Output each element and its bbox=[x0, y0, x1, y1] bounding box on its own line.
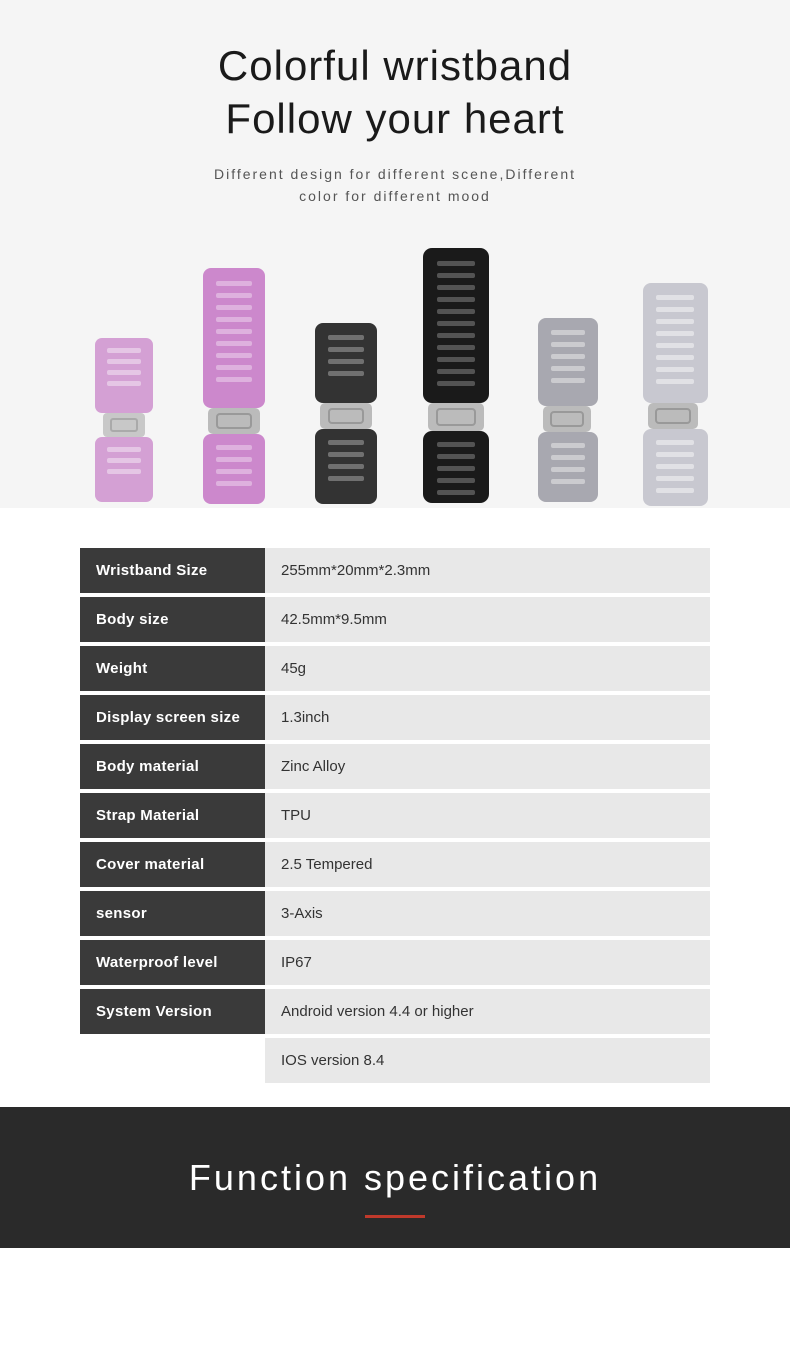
spec-value: 45g bbox=[265, 646, 710, 691]
hero-section: Colorful wristband Follow your heart Dif… bbox=[0, 0, 790, 508]
specs-table: Wristband Size 255mm*20mm*2.3mm Body siz… bbox=[80, 548, 710, 1083]
spec-value: TPU bbox=[265, 793, 710, 838]
spec-label: Cover material bbox=[80, 842, 265, 887]
spec-row: Display screen size 1.3inch bbox=[80, 695, 710, 740]
spec-row: Body material Zinc Alloy bbox=[80, 744, 710, 789]
spec-label: Strap Material bbox=[80, 793, 265, 838]
spec-row: Body size 42.5mm*9.5mm bbox=[80, 597, 710, 642]
spec-value-continuation: IOS version 8.4 bbox=[265, 1038, 710, 1083]
spec-label: Body material bbox=[80, 744, 265, 789]
spec-row-continuation: IOS version 8.4 bbox=[80, 1038, 710, 1083]
spec-row: System Version Android version 4.4 or hi… bbox=[80, 989, 710, 1034]
spec-row: Wristband Size 255mm*20mm*2.3mm bbox=[80, 548, 710, 593]
spec-value: Android version 4.4 or higher bbox=[265, 989, 710, 1034]
spec-value: 2.5 Tempered bbox=[265, 842, 710, 887]
spec-label: Wristband Size bbox=[80, 548, 265, 593]
spec-value: 255mm*20mm*2.3mm bbox=[265, 548, 710, 593]
function-spec-title: Function specification bbox=[20, 1157, 770, 1199]
spec-row: Strap Material TPU bbox=[80, 793, 710, 838]
spec-label: Display screen size bbox=[80, 695, 265, 740]
spec-value: 3-Axis bbox=[265, 891, 710, 936]
spec-row: Cover material 2.5 Tempered bbox=[80, 842, 710, 887]
bands-svg bbox=[35, 243, 755, 508]
hero-title: Colorful wristband Follow your heart bbox=[20, 40, 770, 145]
spec-label: System Version bbox=[80, 989, 265, 1034]
specs-section: Wristband Size 255mm*20mm*2.3mm Body siz… bbox=[0, 508, 790, 1107]
func-title-underline bbox=[365, 1215, 425, 1218]
spec-value: 42.5mm*9.5mm bbox=[265, 597, 710, 642]
spec-value: Zinc Alloy bbox=[265, 744, 710, 789]
spec-row: Waterproof level IP67 bbox=[80, 940, 710, 985]
spec-label: Body size bbox=[80, 597, 265, 642]
spec-row: sensor 3-Axis bbox=[80, 891, 710, 936]
spec-label: sensor bbox=[80, 891, 265, 936]
spec-row: Weight 45g bbox=[80, 646, 710, 691]
spec-value: 1.3inch bbox=[265, 695, 710, 740]
spec-value: IP67 bbox=[265, 940, 710, 985]
hero-subtitle: Different design for different scene,Dif… bbox=[20, 163, 770, 208]
spec-label: Weight bbox=[80, 646, 265, 691]
function-spec-section: Function specification bbox=[0, 1107, 790, 1248]
spec-label: Waterproof level bbox=[80, 940, 265, 985]
bands-illustration bbox=[20, 238, 770, 508]
